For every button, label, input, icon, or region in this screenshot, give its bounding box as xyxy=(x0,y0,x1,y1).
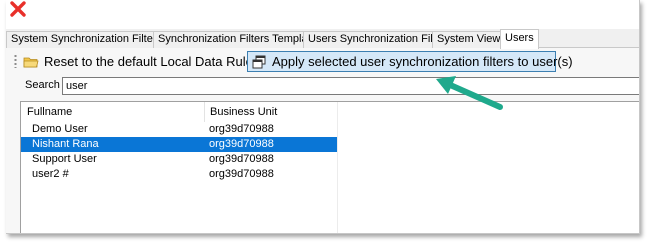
copy-windows-icon xyxy=(252,55,266,68)
search-label: Search xyxy=(25,79,60,91)
cell-fullname: user2 # xyxy=(32,168,69,180)
grid-rows: Demo User org39d70988 Nishant Rana org39… xyxy=(21,122,337,182)
cell-business-unit: org39d70988 xyxy=(209,123,274,135)
grid-column-edge xyxy=(337,102,338,233)
cell-business-unit: org39d70988 xyxy=(209,138,274,150)
cell-business-unit: org39d70988 xyxy=(209,168,274,180)
folder-icon xyxy=(23,57,39,67)
column-header-business-unit[interactable]: Business Unit xyxy=(210,106,277,118)
tab-system-synchronization-filters[interactable]: System Synchronization Filters xyxy=(6,31,167,48)
title-bar xyxy=(6,0,639,28)
column-divider[interactable] xyxy=(204,102,205,122)
toolbar-grip[interactable] xyxy=(14,54,17,68)
tab-users[interactable]: Users xyxy=(500,29,539,49)
search-row: Search xyxy=(6,76,639,96)
apply-filters-to-users-button[interactable]: Apply selected user synchronization filt… xyxy=(247,51,573,72)
apply-button-label: Apply selected user synchronization filt… xyxy=(272,54,573,69)
table-row[interactable]: user2 # org39d70988 xyxy=(21,167,337,182)
grid-header: Fullname Business Unit xyxy=(21,102,333,122)
table-row[interactable]: Demo User org39d70988 xyxy=(21,122,337,137)
cell-fullname: Nishant Rana xyxy=(32,138,99,150)
tab-strip: System Synchronization Filters Synchroni… xyxy=(6,29,639,49)
reset-local-data-rules-button[interactable]: Reset to the default Local Data Rules xyxy=(20,51,262,72)
close-icon[interactable] xyxy=(9,0,27,18)
cell-fullname: Demo User xyxy=(32,123,88,135)
tab-synchronization-filters-templates[interactable]: Synchronization Filters Templates xyxy=(153,31,328,48)
pointer-arrow-icon xyxy=(436,76,503,110)
users-grid: Fullname Business Unit Demo User org39d7… xyxy=(20,101,639,233)
column-header-fullname[interactable]: Fullname xyxy=(27,106,72,118)
toolbar: Reset to the default Local Data Rules Ap… xyxy=(6,48,639,74)
table-row[interactable]: Support User org39d70988 xyxy=(21,152,337,167)
table-row-selected[interactable]: Nishant Rana org39d70988 xyxy=(21,137,337,152)
app-window: System Synchronization Filters Synchroni… xyxy=(6,0,640,234)
cell-fullname: Support User xyxy=(32,153,97,165)
search-input[interactable] xyxy=(62,77,639,95)
cell-business-unit: org39d70988 xyxy=(209,153,274,165)
reset-button-label: Reset to the default Local Data Rules xyxy=(44,54,260,69)
users-tab-panel: Reset to the default Local Data Rules Ap… xyxy=(6,48,639,233)
